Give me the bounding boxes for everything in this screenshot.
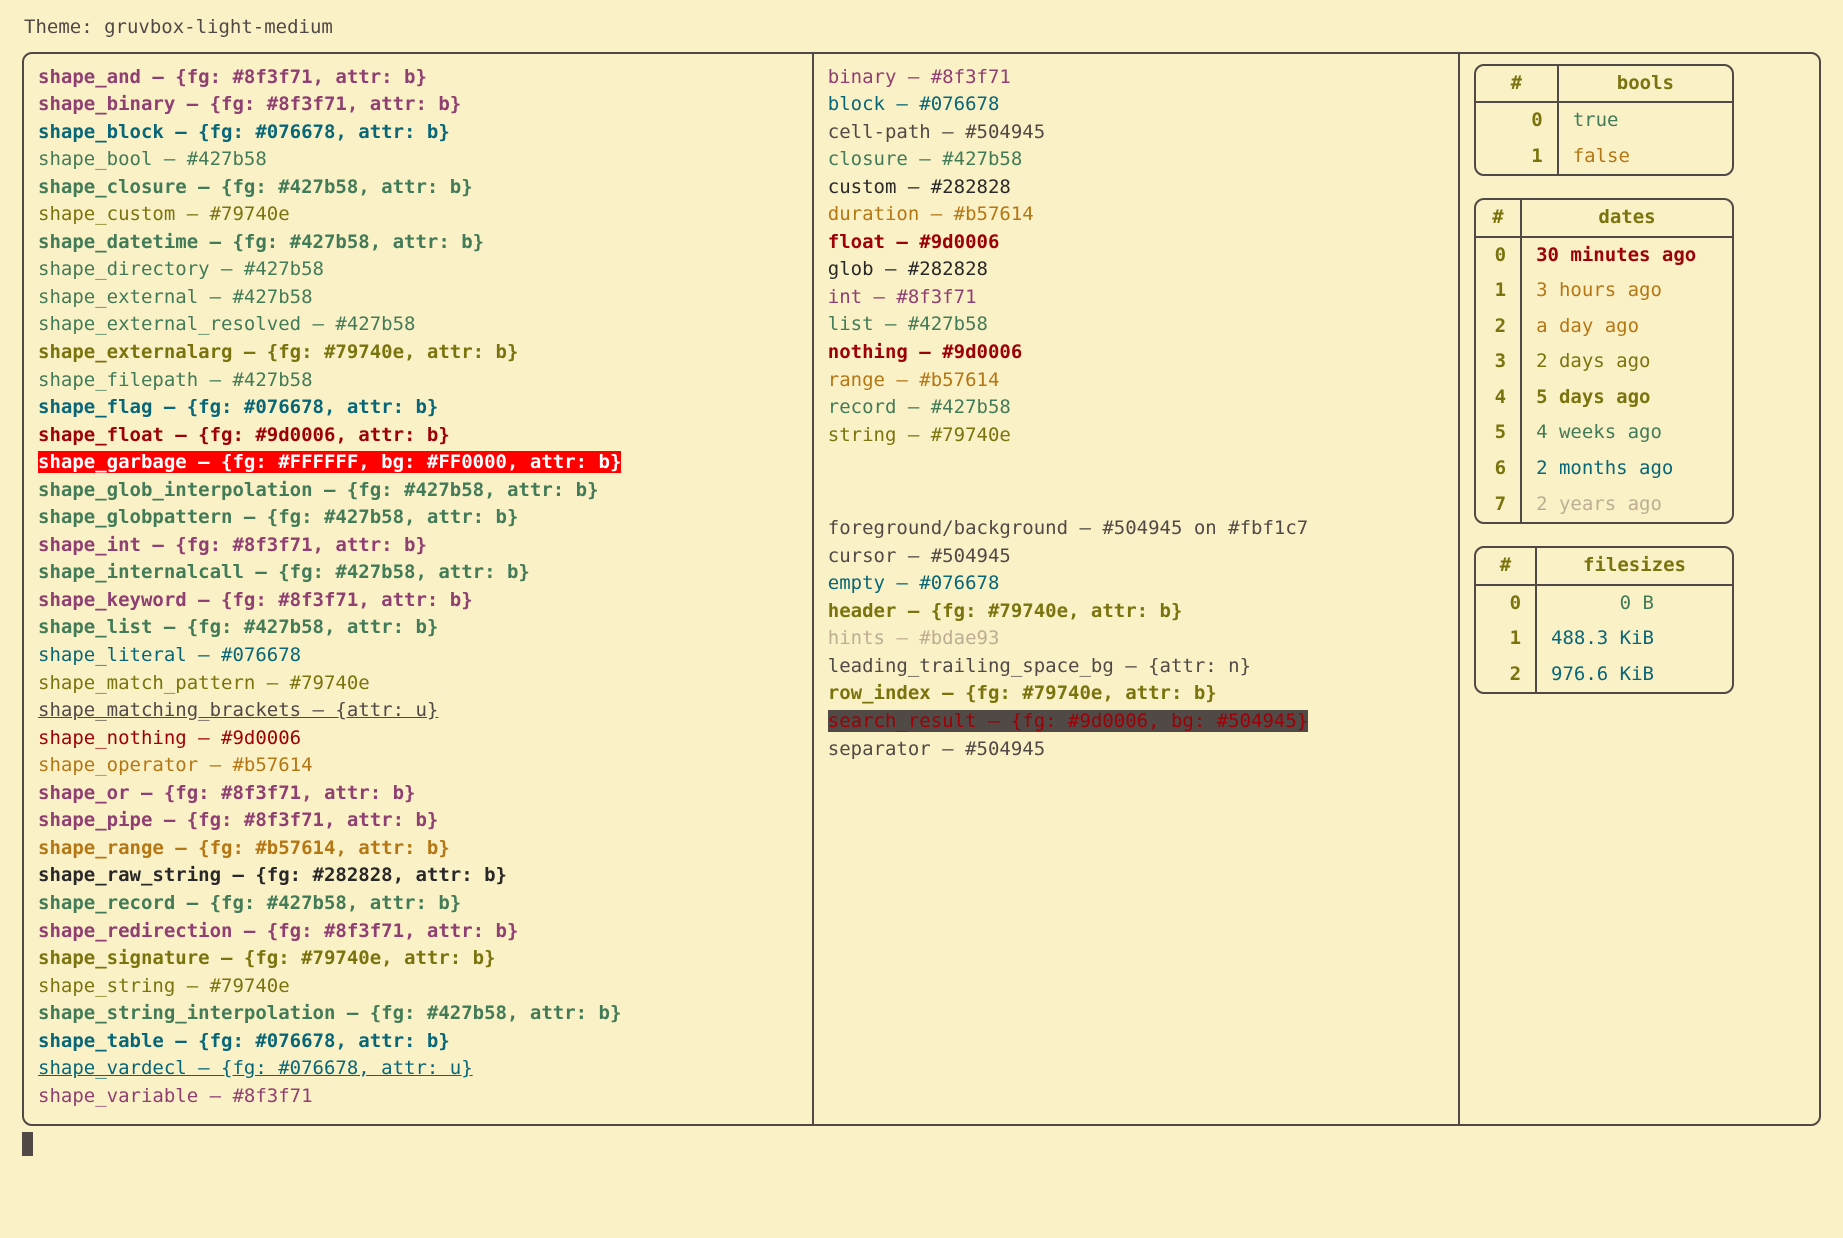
shape-row: shape_and – {fg: #8f3f71, attr: b} (38, 64, 798, 92)
misc-row: search_result – {fg: #9d0006, bg: #50494… (828, 708, 1444, 736)
type-row: glob – #282828 (828, 256, 1444, 284)
shape-row: shape_glob_interpolation – {fg: #427b58,… (38, 477, 798, 505)
filesizes-row: 1488.3 KiB (1476, 621, 1732, 657)
cursor-block (22, 1132, 33, 1156)
dates-row: 030 minutes ago (1476, 237, 1732, 274)
dates-row: 54 weeks ago (1476, 415, 1732, 451)
misc-row: separator – #504945 (828, 736, 1444, 764)
shape-row: shape_or – {fg: #8f3f71, attr: b} (38, 780, 798, 808)
misc-row: hints – #bdae93 (828, 625, 1444, 653)
dates-row: 45 days ago (1476, 380, 1732, 416)
type-row: range – #b57614 (828, 367, 1444, 395)
shape-row: shape_globpattern – {fg: #427b58, attr: … (38, 504, 798, 532)
shape-row: shape_flag – {fg: #076678, attr: b} (38, 394, 798, 422)
theme-preview-panel: shape_and – {fg: #8f3f71, attr: b}shape_… (22, 52, 1821, 1127)
tables-column: #bools0true1false #dates030 minutes ago1… (1460, 54, 1819, 1125)
shape-row: shape_external_resolved – #427b58 (38, 311, 798, 339)
misc-row: leading_trailing_space_bg – {attr: n} (828, 653, 1444, 681)
type-row: closure – #427b58 (828, 146, 1444, 174)
shape-row: shape_binary – {fg: #8f3f71, attr: b} (38, 91, 798, 119)
type-row: nothing – #9d0006 (828, 339, 1444, 367)
shape-row: shape_garbage – {fg: #FFFFFF, bg: #FF000… (38, 449, 798, 477)
shape-row: shape_custom – #79740e (38, 201, 798, 229)
bools-header: bools (1558, 66, 1732, 103)
misc-row: row_index – {fg: #79740e, attr: b} (828, 680, 1444, 708)
type-row: binary – #8f3f71 (828, 64, 1444, 92)
shape-row: shape_nothing – #9d0006 (38, 725, 798, 753)
shape-row: shape_list – {fg: #427b58, attr: b} (38, 614, 798, 642)
type-row: int – #8f3f71 (828, 284, 1444, 312)
theme-title: Theme: gruvbox-light-medium (24, 14, 1821, 42)
shape-row: shape_keyword – {fg: #8f3f71, attr: b} (38, 587, 798, 615)
shape-row: shape_float – {fg: #9d0006, attr: b} (38, 422, 798, 450)
shape-row: shape_literal – #076678 (38, 642, 798, 670)
type-row: block – #076678 (828, 91, 1444, 119)
shape-row: shape_closure – {fg: #427b58, attr: b} (38, 174, 798, 202)
shape-row: shape_external – #427b58 (38, 284, 798, 312)
shape-row: shape_record – {fg: #427b58, attr: b} (38, 890, 798, 918)
shape-row: shape_externalarg – {fg: #79740e, attr: … (38, 339, 798, 367)
types-column: binary – #8f3f71block – #076678cell-path… (814, 54, 1460, 1125)
misc-row: empty – #076678 (828, 570, 1444, 598)
shapes-column: shape_and – {fg: #8f3f71, attr: b}shape_… (24, 54, 814, 1125)
shape-row: shape_operator – #b57614 (38, 752, 798, 780)
dates-header: dates (1521, 200, 1732, 237)
filesizes-row: 0 0 B (1476, 585, 1732, 622)
dates-header: # (1476, 200, 1521, 237)
type-row: list – #427b58 (828, 311, 1444, 339)
type-row: record – #427b58 (828, 394, 1444, 422)
bools-header: # (1476, 66, 1558, 103)
dates-row: 32 days ago (1476, 344, 1732, 380)
filesizes-table: #filesizes0 0 B1488.3 KiB2976.6 KiB (1474, 546, 1734, 694)
type-row: duration – #b57614 (828, 201, 1444, 229)
shape-row: shape_range – {fg: #b57614, attr: b} (38, 835, 798, 863)
misc-row: cursor – #504945 (828, 543, 1444, 571)
shape-row: shape_string – #79740e (38, 973, 798, 1001)
shape-row: shape_redirection – {fg: #8f3f71, attr: … (38, 918, 798, 946)
filesizes-row: 2976.6 KiB (1476, 657, 1732, 693)
shape-row: shape_block – {fg: #076678, attr: b} (38, 119, 798, 147)
dates-row: 62 months ago (1476, 451, 1732, 487)
shape-row: shape_int – {fg: #8f3f71, attr: b} (38, 532, 798, 560)
dates-row: 13 hours ago (1476, 273, 1732, 309)
misc-row: foreground/background – #504945 on #fbf1… (828, 515, 1444, 543)
bools-row: 1false (1476, 139, 1732, 175)
type-row: string – #79740e (828, 422, 1444, 450)
dates-table: #dates030 minutes ago13 hours ago2a day … (1474, 198, 1734, 524)
dates-row: 72 years ago (1476, 487, 1732, 523)
shape-row: shape_datetime – {fg: #427b58, attr: b} (38, 229, 798, 257)
shape-row: shape_pipe – {fg: #8f3f71, attr: b} (38, 807, 798, 835)
bools-table: #bools0true1false (1474, 64, 1734, 177)
type-row: float – #9d0006 (828, 229, 1444, 257)
type-row: custom – #282828 (828, 174, 1444, 202)
shape-row: shape_directory – #427b58 (38, 256, 798, 284)
shape-row: shape_internalcall – {fg: #427b58, attr:… (38, 559, 798, 587)
shape-row: shape_variable – #8f3f71 (38, 1083, 798, 1111)
misc-row: header – {fg: #79740e, attr: b} (828, 598, 1444, 626)
filesizes-header: # (1476, 548, 1536, 585)
shape-row: shape_string_interpolation – {fg: #427b5… (38, 1000, 798, 1028)
shape-row: shape_match_pattern – #79740e (38, 670, 798, 698)
bools-row: 0true (1476, 102, 1732, 139)
shape-row: shape_filepath – #427b58 (38, 367, 798, 395)
type-row: cell-path – #504945 (828, 119, 1444, 147)
shape-row: shape_bool – #427b58 (38, 146, 798, 174)
dates-row: 2a day ago (1476, 309, 1732, 345)
shape-row: shape_vardecl – {fg: #076678, attr: u} (38, 1055, 798, 1083)
shape-row: shape_table – {fg: #076678, attr: b} (38, 1028, 798, 1056)
shape-row: shape_raw_string – {fg: #282828, attr: b… (38, 862, 798, 890)
filesizes-header: filesizes (1536, 548, 1732, 585)
shape-row: shape_matching_brackets – {attr: u} (38, 697, 798, 725)
shape-row: shape_signature – {fg: #79740e, attr: b} (38, 945, 798, 973)
